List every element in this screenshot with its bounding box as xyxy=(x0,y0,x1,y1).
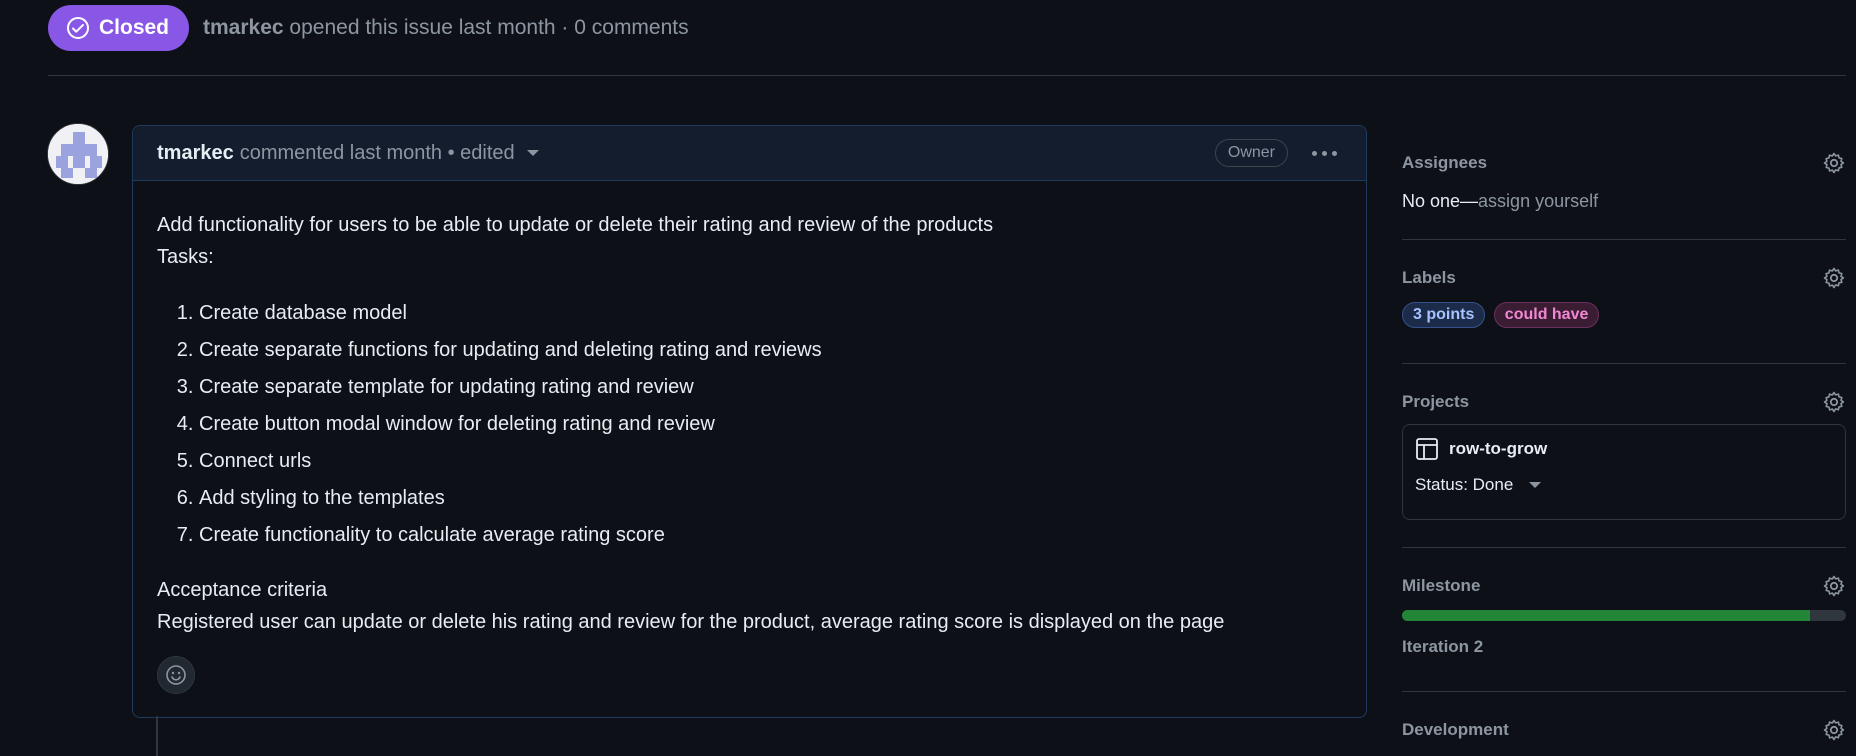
comment-meta[interactable]: commented last month • edited xyxy=(240,142,515,165)
labels-list: 3 points could have xyxy=(1402,302,1846,328)
task-list: Create database model Create separate fu… xyxy=(157,295,1342,554)
project-name-row: row-to-grow xyxy=(1415,437,1833,461)
comment-author-link[interactable]: tmarkec xyxy=(157,142,234,165)
issue-header: Closed tmarkec opened this issue last mo… xyxy=(48,4,1846,76)
projects-section: Projects row-to-grow Status: Done xyxy=(1402,364,1846,548)
gear-icon[interactable] xyxy=(1822,390,1846,414)
closed-state-badge: Closed xyxy=(48,4,190,51)
projects-title: Projects xyxy=(1402,392,1470,411)
issue-comment: tmarkec commented last month • edited Ow… xyxy=(132,125,1367,718)
avatar[interactable] xyxy=(47,123,109,185)
issue-meta: tmarkec opened this issue last month · 0… xyxy=(203,16,689,40)
issue-sidebar: Assignees No one—assign yourself Labels … xyxy=(1402,125,1846,752)
gear-icon[interactable] xyxy=(1822,151,1846,175)
assignees-none: No one— xyxy=(1402,191,1479,211)
table-icon xyxy=(1416,438,1438,460)
gear-icon[interactable] xyxy=(1822,718,1846,742)
gear-icon[interactable] xyxy=(1822,266,1846,290)
assignees-section: Assignees No one—assign yourself xyxy=(1402,125,1846,240)
milestone-name[interactable]: Iteration 2 xyxy=(1402,637,1846,657)
labels-section: Labels 3 points could have xyxy=(1402,240,1846,364)
list-item: Connect urls xyxy=(199,443,1342,480)
list-item: Create functionality to calculate averag… xyxy=(199,517,1342,554)
list-item: Create separate template for updating ra… xyxy=(199,369,1342,406)
issue-author-link[interactable]: tmarkec xyxy=(203,16,284,39)
smiley-icon xyxy=(166,665,186,685)
milestone-progress-fill xyxy=(1402,610,1811,621)
comment-header: tmarkec commented last month • edited Ow… xyxy=(133,126,1366,181)
add-reaction-button[interactable] xyxy=(157,656,195,694)
comment-body: Add functionality for users to be able t… xyxy=(133,181,1366,638)
list-item: Create database model xyxy=(199,295,1342,332)
assignees-title: Assignees xyxy=(1402,153,1488,172)
check-circle-icon xyxy=(67,16,89,39)
identicon-icon xyxy=(48,124,108,184)
label-could-have[interactable]: could have xyxy=(1493,302,1600,328)
state-label: Closed xyxy=(99,15,170,39)
comment-intro: Add functionality for users to be able t… xyxy=(157,214,994,236)
development-section: Development xyxy=(1402,692,1846,752)
milestone-progress-bar xyxy=(1402,610,1846,621)
timeline-line xyxy=(156,716,158,756)
development-title: Development xyxy=(1402,720,1509,739)
list-item: Create button modal window for deleting … xyxy=(199,406,1342,443)
chevron-down-icon[interactable] xyxy=(526,150,539,156)
issue-meta-text: opened this issue last month · 0 comment… xyxy=(289,15,689,39)
labels-title: Labels xyxy=(1402,268,1456,287)
milestone-title: Milestone xyxy=(1402,576,1481,595)
assignees-value: No one—assign yourself xyxy=(1402,191,1846,212)
acceptance-text: Registered user can update or delete his… xyxy=(157,611,1225,633)
project-card[interactable]: row-to-grow Status: Done xyxy=(1402,424,1846,520)
list-item: Create separate functions for updating a… xyxy=(199,332,1342,369)
milestone-section: Milestone Iteration 2 xyxy=(1402,548,1846,692)
list-item: Add styling to the templates xyxy=(199,480,1342,517)
owner-badge: Owner xyxy=(1214,139,1288,167)
project-status-text: Status: Done xyxy=(1415,475,1514,494)
acceptance-heading: Acceptance criteria xyxy=(157,579,328,601)
chevron-down-icon[interactable] xyxy=(1529,482,1542,488)
assign-yourself-link[interactable]: assign yourself xyxy=(1478,191,1598,211)
label-3-points[interactable]: 3 points xyxy=(1402,302,1486,328)
tasks-heading: Tasks: xyxy=(157,246,214,268)
project-name[interactable]: row-to-grow xyxy=(1449,439,1547,459)
more-options-icon[interactable] xyxy=(1306,138,1342,168)
project-status[interactable]: Status: Done xyxy=(1415,475,1833,495)
gear-icon[interactable] xyxy=(1822,574,1846,598)
